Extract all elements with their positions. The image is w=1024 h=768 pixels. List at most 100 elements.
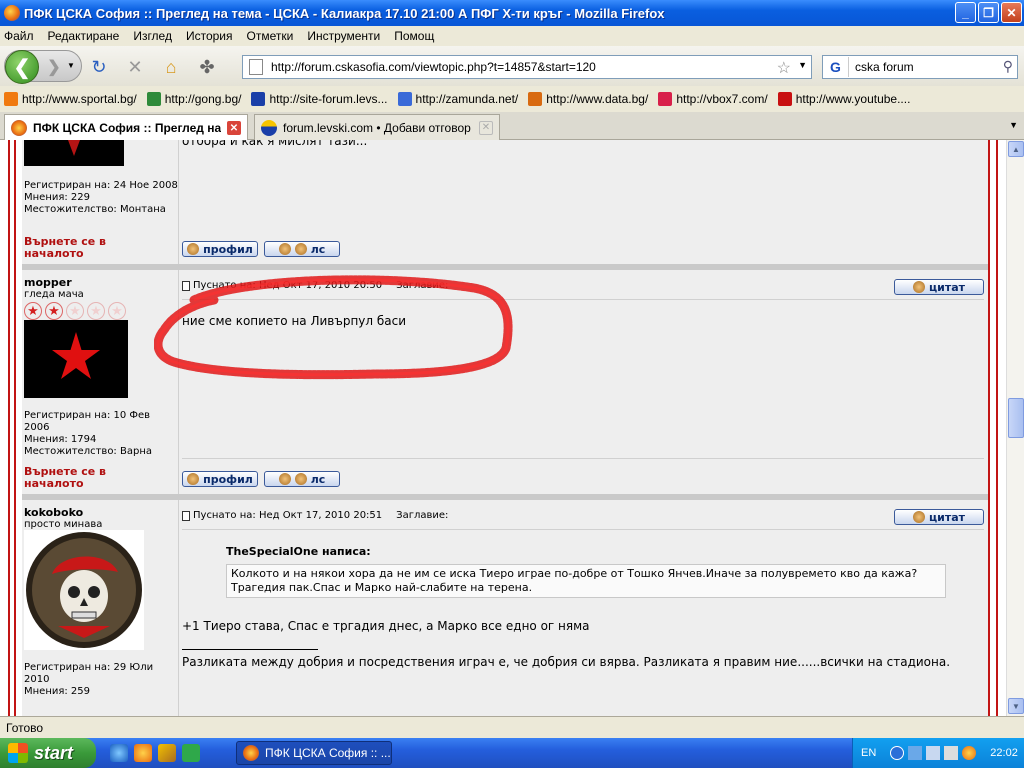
ie-icon[interactable] — [110, 744, 128, 762]
profile-button[interactable]: профил — [182, 241, 258, 257]
back-to-top-link[interactable]: Върнете се в началото — [24, 466, 134, 490]
history-dropdown-icon[interactable]: ▼ — [67, 61, 75, 70]
tab-levski[interactable]: forum.levski.com • Добави отговор ✕ — [254, 114, 500, 140]
app-icon[interactable] — [182, 744, 200, 762]
taskbar-item-firefox[interactable]: ПФК ЦСКА София :: ... — [236, 741, 392, 765]
profile-icon — [187, 473, 200, 485]
menu-view[interactable]: Изглед — [133, 29, 172, 43]
firefox-icon — [243, 745, 259, 761]
bookmark-item[interactable]: http://site-forum.levs... — [251, 92, 388, 106]
url-dropdown-icon[interactable]: ▼ — [798, 60, 807, 70]
firefox-icon[interactable] — [134, 744, 152, 762]
addon-icon[interactable]: ✤ — [196, 56, 218, 78]
menu-tools[interactable]: Инструменти — [307, 29, 380, 43]
scroll-up-icon[interactable]: ▲ — [1008, 141, 1024, 157]
bookmark-item[interactable]: http://www.youtube.... — [777, 92, 910, 106]
avatar — [24, 320, 128, 398]
sportal-icon — [4, 92, 18, 106]
quote-box: Колкото и на някои хора да не им се иска… — [226, 564, 946, 598]
search-bar[interactable]: G cska forum ⚲ — [822, 55, 1018, 79]
user-messages: Мнения: 1794 — [24, 434, 97, 445]
zamunda-icon — [397, 92, 412, 106]
google-icon[interactable]: G — [823, 57, 849, 77]
menu-bar: Файл Редактиране Изглед История Отметки … — [0, 26, 1024, 46]
user-messages: Мнения: 229 — [24, 192, 91, 203]
bookmark-item[interactable]: http://www.sportal.bg/ — [4, 92, 137, 106]
red-scribble-annotation — [154, 275, 513, 380]
minimize-button[interactable]: _ — [955, 2, 976, 23]
avatar — [24, 530, 144, 650]
menu-bookmarks[interactable]: Отметки — [247, 29, 294, 43]
status-bar: Готово — [0, 716, 1024, 738]
username[interactable]: kokoboko — [24, 506, 178, 519]
search-input[interactable]: cska forum — [855, 60, 914, 74]
profile-icon — [187, 243, 200, 255]
language-indicator[interactable]: EN — [861, 747, 876, 759]
bookmark-item[interactable]: http://vbox7.com/ — [658, 92, 768, 106]
column-divider — [178, 500, 179, 716]
back-to-top-link[interactable]: Върнете се в началото — [24, 236, 134, 260]
rank-star-icon: ★ — [45, 302, 63, 320]
window-titlebar: ПФК ЦСКА София :: Преглед на тема - ЦСКА… — [0, 0, 1024, 26]
url-text[interactable]: http://forum.cskasofia.com/viewtopic.php… — [271, 60, 596, 74]
signature-divider — [182, 649, 318, 650]
profile-button[interactable]: профил — [182, 471, 258, 487]
post-signature: Разликата между добрия и посредствения и… — [182, 655, 951, 669]
user-location: Местожителство: Монтана — [24, 204, 166, 215]
menu-edit[interactable]: Редактиране — [48, 29, 120, 43]
menu-file[interactable]: Файл — [4, 29, 34, 43]
bookmark-item[interactable]: http://gong.bg/ — [146, 92, 241, 106]
pm-icon — [294, 243, 307, 255]
close-tab-icon[interactable]: ✕ — [479, 120, 493, 135]
tab-list-icon[interactable]: ▼ — [1009, 120, 1018, 130]
volume-icon[interactable] — [944, 746, 959, 760]
tray-icon[interactable] — [926, 746, 941, 760]
network-icon[interactable] — [908, 746, 923, 760]
start-button[interactable]: start — [0, 738, 96, 768]
youtube-icon — [777, 92, 792, 106]
system-tray: EN 22:02 — [852, 738, 1024, 768]
post-subject-label: Заглавие: — [396, 510, 449, 521]
menu-history[interactable]: История — [186, 29, 233, 43]
close-button[interactable]: ✕ — [1001, 2, 1022, 23]
firefox-icon — [4, 5, 20, 21]
quote-button[interactable]: цитат — [894, 509, 984, 525]
menu-help[interactable]: Помощ — [394, 29, 434, 43]
quote-button[interactable]: цитат — [894, 279, 984, 295]
user-registered: Регистриран на: 29 Юли 2010 — [24, 662, 154, 685]
levski-favicon-icon — [261, 119, 277, 136]
forum-posts: отбора и как я мислят тази... Регистрира… — [22, 140, 988, 716]
post-icon[interactable] — [182, 510, 190, 521]
status-text: Готово — [6, 720, 44, 735]
search-icon[interactable]: ⚲ — [1003, 58, 1013, 75]
quote-icon — [912, 281, 925, 293]
quote-icon — [912, 511, 925, 523]
bookmark-item[interactable]: http://zamunda.net/ — [397, 92, 518, 106]
tray-icon[interactable] — [962, 746, 977, 760]
reload-icon[interactable]: ↻ — [88, 56, 110, 78]
post-date: Пуснато на: Нед Окт 17, 2010 20:51 — [193, 510, 383, 521]
maximize-button[interactable]: ❐ — [978, 2, 999, 23]
pm-button[interactable]: лс — [264, 471, 340, 487]
tab-cska[interactable]: ПФК ЦСКА София :: Преглед на т... ✕ — [4, 114, 248, 141]
close-tab-icon[interactable]: ✕ — [227, 121, 241, 135]
scroll-thumb[interactable] — [1008, 398, 1024, 438]
user-info: Регистриран на: 29 Юли 2010 Мнения: 259 — [24, 662, 178, 698]
forward-button[interactable]: ❯ — [43, 57, 65, 77]
page-scrollbar[interactable]: ▲ ▼ — [1006, 140, 1024, 716]
tray-icon[interactable] — [890, 746, 905, 760]
pm-button[interactable]: лс — [264, 241, 340, 257]
bookmark-item[interactable]: http://www.data.bg/ — [528, 92, 648, 106]
home-icon[interactable]: ⌂ — [160, 56, 182, 78]
stop-icon[interactable]: ✕ — [124, 56, 146, 78]
column-divider — [178, 140, 179, 264]
scroll-down-icon[interactable]: ▼ — [1008, 698, 1024, 714]
back-button[interactable]: ❮ — [5, 50, 39, 84]
left-frame-border — [8, 140, 16, 716]
clock: 22:02 — [990, 747, 1018, 759]
right-frame-border — [988, 140, 998, 716]
quote-author: TheSpecialOne написа: — [226, 545, 371, 558]
url-bar[interactable]: http://forum.cskasofia.com/viewtopic.php… — [242, 55, 812, 79]
bookmark-star-icon[interactable]: ☆ — [777, 58, 791, 78]
utorrent-icon[interactable] — [158, 744, 176, 762]
